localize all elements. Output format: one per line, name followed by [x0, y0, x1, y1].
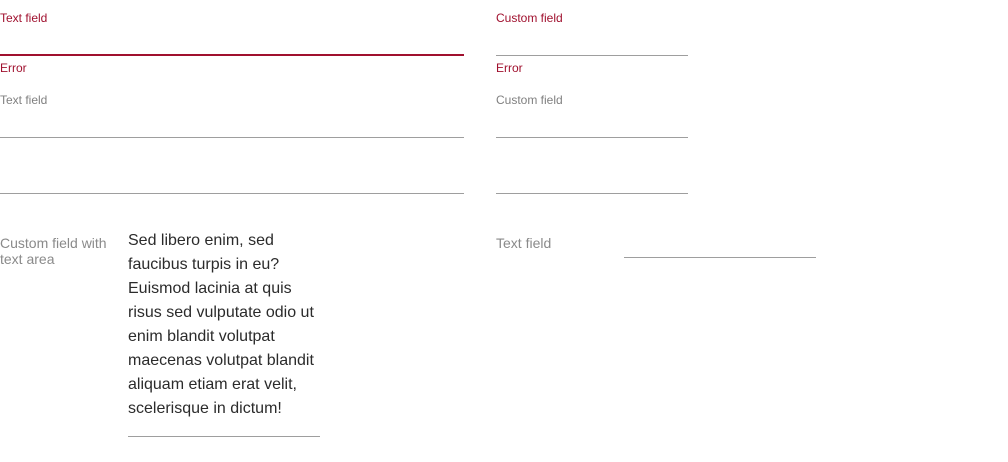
text-field-input[interactable]	[0, 108, 464, 138]
text-field-error-input[interactable]	[0, 26, 464, 56]
unlabeled-custom-field-underline	[496, 193, 688, 194]
custom-field-label: Custom field	[496, 93, 563, 107]
text-field-error-message: Error	[0, 61, 27, 75]
unlabeled-text-field-input[interactable]	[0, 164, 464, 194]
text-field-underline	[0, 137, 464, 138]
custom-field-error-message: Error	[496, 61, 523, 75]
text-field-underline	[0, 54, 464, 56]
textarea-underline	[128, 436, 320, 437]
custom-field-input[interactable]	[496, 108, 688, 138]
side-text-field-label: Text field	[496, 235, 552, 251]
textarea-input[interactable]: Sed libero enim, sed faucibus turpis in …	[128, 229, 328, 421]
side-text-field-underline	[624, 257, 816, 258]
custom-field-underline	[496, 55, 688, 56]
custom-field-label: Custom field	[496, 11, 563, 25]
text-field-label: Text field	[0, 11, 48, 25]
side-text-field-input[interactable]	[624, 228, 816, 258]
custom-field-underline	[496, 137, 688, 138]
unlabeled-text-field-underline	[0, 193, 464, 194]
textarea-field-label: Custom field with text area	[0, 235, 107, 267]
text-field-label: Text field	[0, 93, 48, 107]
custom-field-error-input[interactable]	[496, 26, 688, 56]
unlabeled-custom-field-input[interactable]	[496, 164, 688, 194]
